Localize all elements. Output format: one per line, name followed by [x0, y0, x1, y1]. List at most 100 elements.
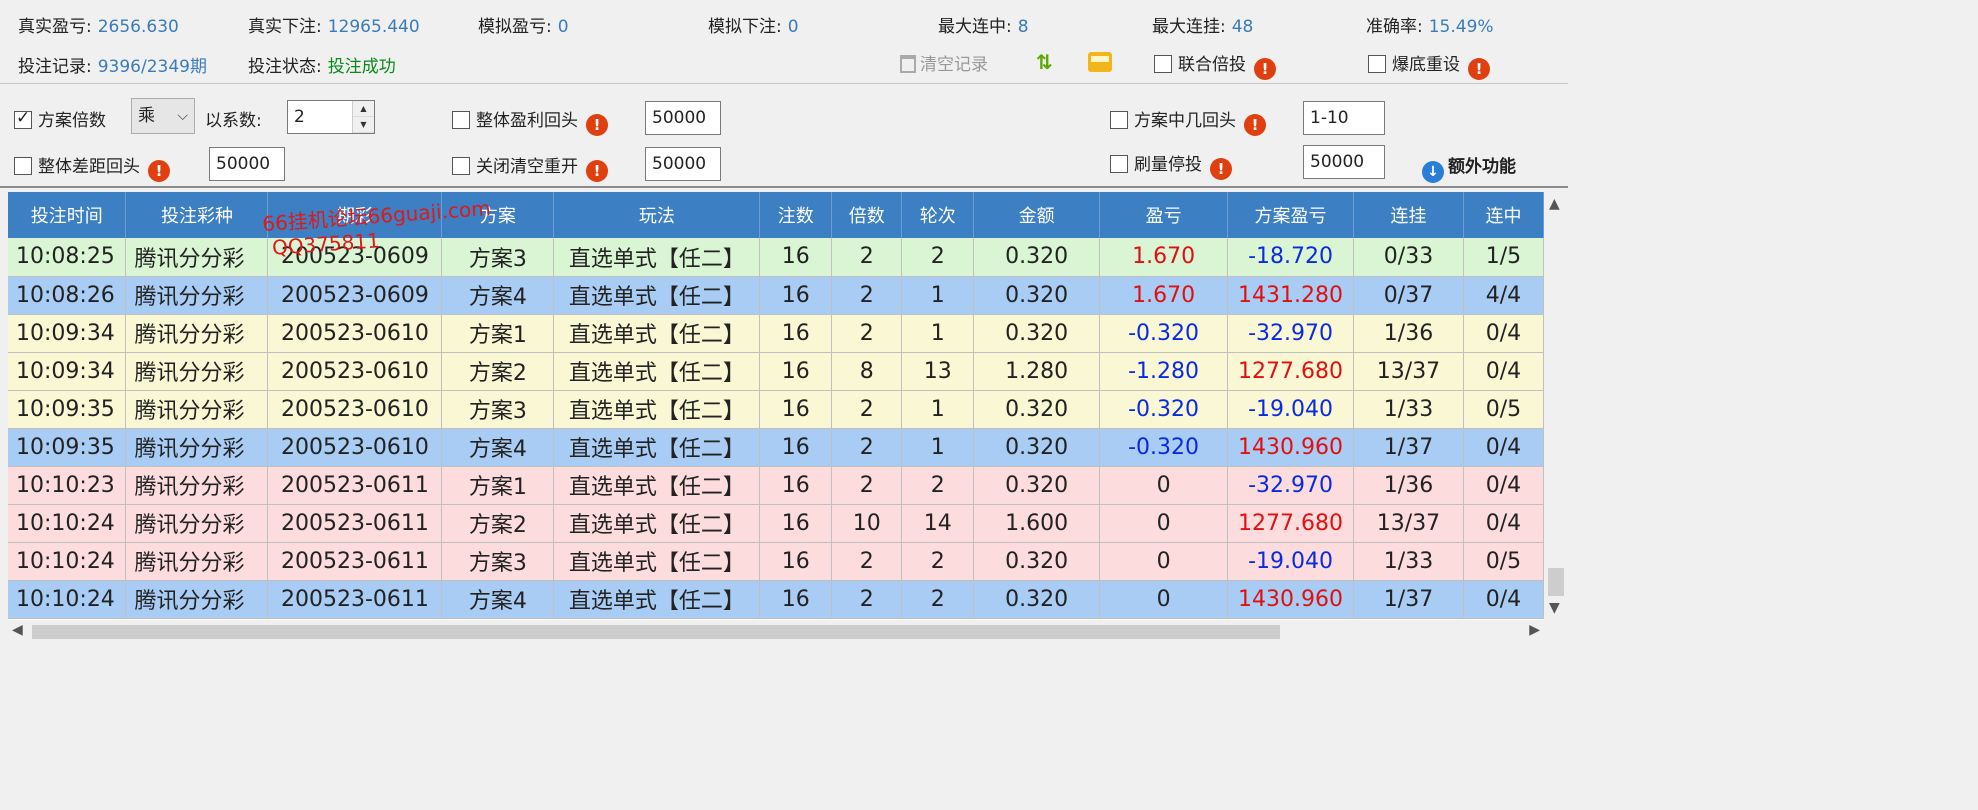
real-bet-label: 真实下注:	[248, 17, 322, 37]
table-row[interactable]: 10:09:35 腾讯分分彩 200523-0610 方案4 直选单式【任二】 16 2 1 0…	[8, 428, 1544, 467]
table-cell: 腾讯分分彩	[125, 276, 269, 315]
sim-pnl-label: 模拟盈亏:	[478, 17, 552, 37]
scroll-thumb[interactable]	[32, 625, 1280, 639]
table-row[interactable]: 10:10:24 腾讯分分彩 200523-0611 方案2 直选单式【任二】 16 10 1…	[8, 504, 1544, 543]
bus-icon[interactable]	[1088, 52, 1112, 72]
overall-gap-return-box[interactable]	[14, 157, 32, 175]
table-row[interactable]: 10:09:35 腾讯分分彩 200523-0610 方案3 直选单式【任二】 16 2 1 0…	[8, 390, 1544, 429]
table-cell: 8	[831, 352, 903, 391]
table-cell: 2	[901, 580, 975, 619]
table-cell: 方案1	[441, 314, 555, 353]
table-cell: 10	[831, 504, 903, 543]
volume-stop-box[interactable]	[1110, 155, 1128, 173]
column-header[interactable]: 投注彩种	[125, 192, 269, 238]
table-cell: 200523-0611	[267, 466, 443, 505]
scroll-right-icon[interactable]: ▶	[1529, 622, 1540, 638]
column-header[interactable]: 方案盈亏	[1227, 192, 1355, 238]
stepper-buttons[interactable]: ▲ ▼	[352, 101, 374, 133]
volume-stop-checkbox[interactable]: 刷量停投!	[1110, 150, 1232, 180]
warning-icon[interactable]: !	[1254, 58, 1276, 80]
column-header[interactable]: 金额	[973, 192, 1101, 238]
scroll-thumb[interactable]	[1548, 568, 1564, 596]
table-cell: 2	[901, 466, 975, 505]
table-cell: 2	[831, 314, 903, 353]
plan-hit-return-box[interactable]	[1110, 111, 1128, 129]
table-cell: 腾讯分分彩	[125, 580, 269, 619]
horizontal-scrollbar[interactable]: ◀ ▶	[8, 620, 1544, 642]
table-cell: 0.320	[973, 238, 1101, 277]
extra-functions-button[interactable]: ↓ 额外功能	[1422, 152, 1516, 183]
scroll-left-icon[interactable]: ◀	[12, 622, 23, 638]
joint-multiplier-checkbox[interactable]: 联合倍投!	[1154, 50, 1276, 80]
joint-multiplier-box[interactable]	[1154, 55, 1172, 73]
chevron-down-icon: ⌵	[177, 108, 188, 124]
bust-reset-box[interactable]	[1368, 55, 1386, 73]
overall-profit-return-checkbox[interactable]: 整体盈利回头!	[452, 106, 608, 136]
table-cell: 2	[831, 542, 903, 581]
warning-icon[interactable]: !	[586, 114, 608, 136]
table-cell: 13/37	[1353, 504, 1464, 543]
overall-profit-return-input[interactable]: 50000	[645, 101, 721, 135]
overall-gap-return-input[interactable]: 50000	[209, 147, 285, 181]
warning-icon[interactable]: !	[1468, 58, 1490, 80]
table-cell: -19.040	[1227, 390, 1355, 429]
table-cell: 1/36	[1353, 314, 1464, 353]
max-win-streak-stat: 最大连中: 8	[938, 12, 1029, 37]
plan-hit-return-input[interactable]: 1-10	[1303, 101, 1385, 135]
close-clear-restart-box[interactable]	[452, 157, 470, 175]
overall-profit-return-label: 整体盈利回头	[476, 111, 578, 131]
table-cell: 200523-0611	[267, 542, 443, 581]
warning-icon[interactable]: !	[148, 160, 170, 182]
table-cell: 16	[759, 580, 833, 619]
vertical-scrollbar[interactable]: ▲ ▼	[1544, 192, 1568, 620]
overall-profit-return-box[interactable]	[452, 111, 470, 129]
table-row[interactable]: 10:08:25 腾讯分分彩 200523-0609 方案3 直选单式【任二】 16 2 2 0…	[8, 238, 1544, 277]
close-clear-restart-input[interactable]: 50000	[645, 147, 721, 181]
table-cell: 2	[831, 238, 903, 277]
operator-select[interactable]: 乘 ⌵	[131, 98, 195, 134]
column-header[interactable]: 轮次	[901, 192, 975, 238]
column-header[interactable]: 连挂	[1353, 192, 1464, 238]
sim-pnl-stat: 模拟盈亏: 0	[478, 12, 569, 37]
table-cell: 0/5	[1463, 542, 1544, 581]
column-header[interactable]: 投注时间	[8, 192, 127, 238]
table-row[interactable]: 10:10:24 腾讯分分彩 200523-0611 方案3 直选单式【任二】 16 2 2 0…	[8, 542, 1544, 581]
volume-stop-input[interactable]: 50000	[1303, 145, 1385, 179]
sort-updown-icon[interactable]: ⇅	[1036, 50, 1060, 74]
column-header[interactable]: 期彩	[267, 192, 443, 238]
real-bet-value: 12965.440	[327, 17, 420, 37]
warning-icon[interactable]: !	[1244, 114, 1266, 136]
accuracy-value: 15.49%	[1428, 17, 1494, 37]
scroll-down-icon[interactable]: ▼	[1549, 600, 1560, 616]
table-cell: 腾讯分分彩	[125, 504, 269, 543]
table-row[interactable]: 10:09:34 腾讯分分彩 200523-0610 方案1 直选单式【任二】 16 2 1 0…	[8, 314, 1544, 353]
table-row[interactable]: 10:09:34 腾讯分分彩 200523-0610 方案2 直选单式【任二】 16 8 13…	[8, 352, 1544, 391]
table-cell: 13	[901, 352, 975, 391]
scroll-up-icon[interactable]: ▲	[1549, 196, 1560, 212]
overall-gap-return-checkbox[interactable]: 整体差距回头!	[14, 152, 170, 182]
column-header[interactable]: 盈亏	[1099, 192, 1229, 238]
clear-records-button[interactable]: 清空记录	[900, 50, 988, 75]
bust-reset-checkbox[interactable]: 爆底重设!	[1368, 50, 1490, 80]
plan-multiplier-box[interactable]	[14, 108, 32, 129]
table-row[interactable]: 10:10:24 腾讯分分彩 200523-0611 方案4 直选单式【任二】 16 2 2 0…	[8, 580, 1544, 619]
table-header-row: 投注时间 投注彩种 期彩 方案 玩法 注数 倍数 轮次 金额 盈亏 方案盈亏 连挂 连中	[8, 192, 1544, 238]
stepper-up-icon[interactable]: ▲	[353, 101, 374, 117]
stepper-down-icon[interactable]: ▼	[353, 117, 374, 133]
table-cell: 0/4	[1463, 504, 1544, 543]
table-cell: 0/4	[1463, 352, 1544, 391]
coef-stepper[interactable]: 2 ▲ ▼	[287, 100, 375, 134]
warning-icon[interactable]: !	[586, 160, 608, 182]
table-body: 10:08:25 腾讯分分彩 200523-0609 方案3 直选单式【任二】 16 2 2 0…	[8, 238, 1544, 619]
close-clear-restart-checkbox[interactable]: 关闭清空重开!	[452, 152, 608, 182]
column-header[interactable]: 注数	[759, 192, 833, 238]
warning-icon[interactable]: !	[1210, 158, 1232, 180]
column-header[interactable]: 连中	[1463, 192, 1544, 238]
plan-multiplier-checkbox[interactable]: 方案倍数	[14, 106, 106, 131]
plan-hit-return-checkbox[interactable]: 方案中几回头!	[1110, 106, 1266, 136]
table-row[interactable]: 10:10:23 腾讯分分彩 200523-0611 方案1 直选单式【任二】 16 2 2 0…	[8, 466, 1544, 505]
column-header[interactable]: 玩法	[553, 192, 761, 238]
column-header[interactable]: 倍数	[831, 192, 903, 238]
table-row[interactable]: 10:08:26 腾讯分分彩 200523-0609 方案4 直选单式【任二】 16 2 1 0…	[8, 276, 1544, 315]
column-header[interactable]: 方案	[441, 192, 555, 238]
